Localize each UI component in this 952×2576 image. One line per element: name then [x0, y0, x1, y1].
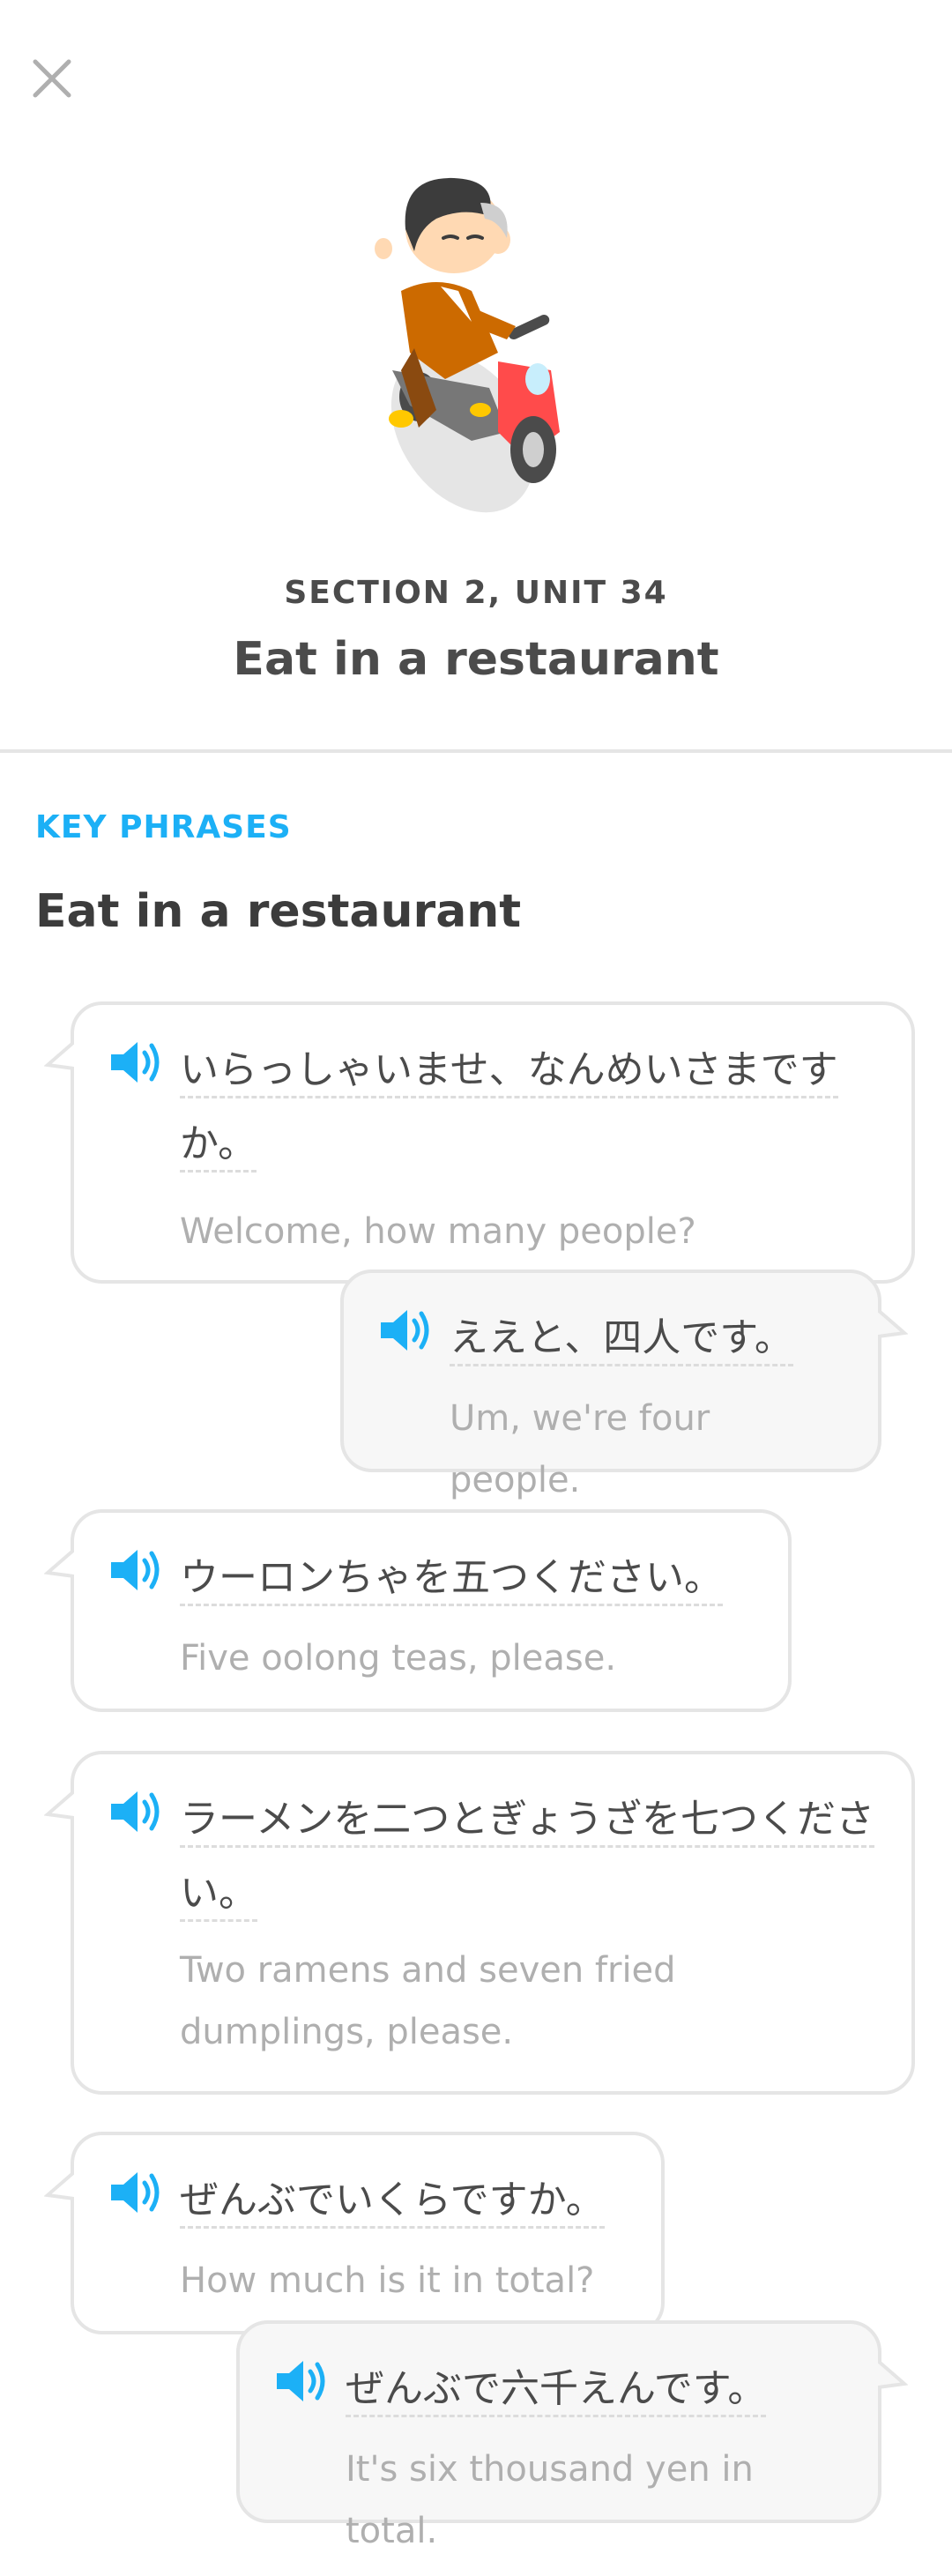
phrase-bubble: ウーロンちゃを五つください。 Five oolong teas, please.	[44, 1509, 792, 1712]
phrase-bubble: ぜんぶでいくらですか。 How much is it in total?	[44, 2132, 665, 2334]
speaker-icon[interactable]	[108, 1039, 164, 1086]
english-translation: Welcome, how many people?	[180, 1211, 696, 1252]
japanese-phrase[interactable]: いらっしゃいませ、なんめいさまですか。	[180, 1033, 880, 1181]
speaker-icon[interactable]	[273, 2357, 330, 2405]
phrase-bubble: いらっしゃいませ、なんめいさまですか。 Welcome, how many pe…	[44, 1001, 915, 1284]
phrase-bubble: ぜんぶで六千えんです。 It's six thousand yen in tot…	[236, 2320, 908, 2551]
japanese-phrase[interactable]: ぜんぶでいくらですか。	[180, 2163, 629, 2237]
english-translation: It's six thousand yen in total.	[346, 2449, 754, 2551]
japanese-phrase-text[interactable]: いらっしゃいませ、なんめいさまですか。	[180, 1047, 838, 1173]
unit-title: Eat in a restaurant	[233, 633, 719, 686]
bubble-tail	[878, 1308, 908, 1338]
english-translation: Two ramens and seven fried dumplings, pl…	[180, 1950, 676, 2052]
japanese-phrase[interactable]: ラーメンを二つとぎょうざを七つください。	[180, 1783, 880, 1931]
header-divider	[0, 749, 952, 753]
scooter-character-illustration	[375, 177, 560, 513]
key-phrases-title: Eat in a restaurant	[35, 885, 522, 938]
japanese-phrase-text[interactable]: ぜんぶでいくらですか。	[180, 2178, 605, 2229]
section-unit-label: SECTION 2, UNIT 34	[284, 575, 668, 611]
japanese-phrase[interactable]: ウーロンちゃを五つください。	[180, 1541, 756, 1615]
english-translation: Five oolong teas, please.	[180, 1638, 617, 1679]
speaker-icon[interactable]	[377, 1307, 434, 1354]
japanese-phrase-text[interactable]: ウーロンちゃを五つください。	[180, 1555, 723, 1606]
speaker-icon[interactable]	[108, 1546, 164, 1594]
bubble-tail	[44, 1548, 74, 1578]
speaker-icon[interactable]	[108, 2169, 164, 2216]
bubble-tail	[44, 2170, 74, 2200]
bubble-tail	[44, 1040, 74, 1070]
phrase-bubble: ラーメンを二つとぎょうざを七つください。 Two ramens and seve…	[44, 1751, 915, 2095]
japanese-phrase[interactable]: ぜんぶで六千えんです。	[346, 2352, 846, 2426]
bubble-tail	[878, 2359, 908, 2389]
key-phrases-label: KEY PHRASES	[35, 809, 292, 845]
phrase-bubble: ええと、四人です。 Um, we're four people.	[340, 1269, 908, 1500]
japanese-phrase-text[interactable]: ええと、四人です。	[450, 1315, 793, 1366]
speaker-icon[interactable]	[108, 1788, 164, 1835]
close-icon[interactable]	[26, 53, 78, 104]
japanese-phrase-text[interactable]: ぜんぶで六千えんです。	[346, 2366, 767, 2417]
bubble-tail	[44, 1790, 74, 1820]
japanese-phrase[interactable]: ええと、四人です。	[450, 1301, 846, 1375]
japanese-phrase-text[interactable]: ラーメンを二つとぎょうざを七つください。	[180, 1797, 875, 1922]
english-translation: Um, we're four people.	[450, 1398, 710, 1500]
english-translation: How much is it in total?	[180, 2260, 595, 2301]
